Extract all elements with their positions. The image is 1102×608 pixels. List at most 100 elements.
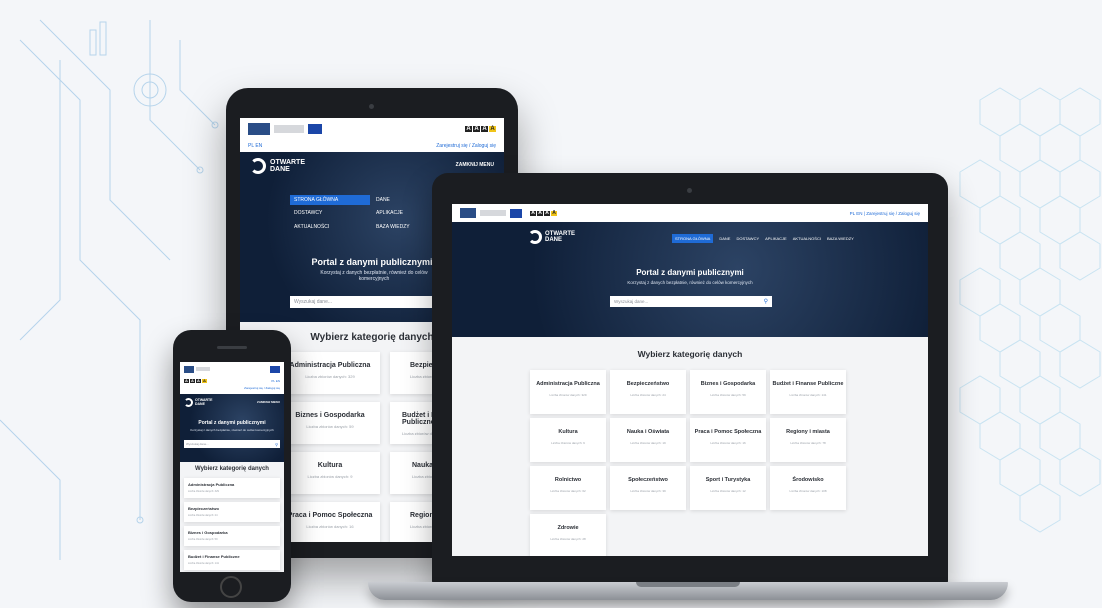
font-a-button[interactable]: A (190, 379, 195, 383)
nav-providers[interactable]: DOSTAWCY (736, 236, 759, 241)
hero-title: Portal z danymi publicznymi (198, 420, 266, 426)
auth-links[interactable]: Zarejestruj się / Zaloguj się (180, 386, 284, 394)
nav-knowledge[interactable]: BAZA WIEDZY (370, 224, 410, 230)
phone-home-button[interactable] (220, 576, 242, 598)
close-menu-button[interactable]: ZAMKNIJ MENU (456, 162, 494, 168)
logo-text (274, 125, 304, 133)
category-name: Biznes i Gospodarka (700, 381, 756, 387)
category-card[interactable]: Administracja Publiczna Liczba zbiorów da… (184, 478, 280, 498)
contrast-button[interactable]: A (551, 210, 557, 216)
category-name: Sport i Turystyka (705, 477, 751, 483)
hero-title: Portal z danymi publicznymi (636, 268, 744, 277)
nav-knowledge[interactable]: BAZA WIEDZY (827, 236, 854, 241)
category-name: Kultura (558, 429, 578, 435)
category-card[interactable]: Sport i Turystyka Liczba zbiorów danych: … (690, 466, 766, 510)
nav-home[interactable]: STRONA GŁÓWNA (672, 234, 714, 243)
category-name: Nauka i Oświata (626, 429, 670, 435)
font-size-controls[interactable]: A A A A (184, 379, 207, 383)
nav-news[interactable]: AKTUALNOŚCI (290, 224, 370, 230)
laptop-topbar: A A A A PL EN | Zarejestruj się / Zalogu… (452, 204, 928, 222)
otwarte-dane-logo: OTWARTE DANE (250, 158, 305, 174)
category-card[interactable]: Administracja Publiczna Liczba zbiorów da… (280, 352, 380, 394)
category-card[interactable]: Regiony i miasta Liczba zbiorów danych: 7… (770, 418, 846, 462)
tablet-topbar: A A A A (240, 118, 504, 140)
laptop-hero: OTWARTE DANE STRONA GŁÓWNA DANE DOSTAWCY … (452, 222, 928, 337)
category-card[interactable]: Społeczeństwo Liczba zbiorów danych: 39 (610, 466, 686, 510)
contrast-button[interactable]: A (202, 379, 207, 383)
category-card[interactable]: Rolnictwo Liczba zbiorów danych: 62 (530, 466, 606, 510)
category-card[interactable]: Praca i Pomoc Społeczna Liczba zbiorów da… (690, 418, 766, 462)
lang-switch[interactable]: PL EN (248, 143, 262, 149)
phone-screen: A A A A PL EN Zarejestruj się / Zaloguj … (180, 362, 284, 572)
font-a-button[interactable]: A (196, 379, 201, 383)
category-count: Liczba zbiorów danych: 12 (710, 489, 746, 493)
font-size-controls[interactable]: A A A A (530, 210, 557, 216)
nav-providers[interactable]: DOSTAWCY (290, 210, 370, 216)
category-card[interactable]: BezpieczeństwoLiczba zbiorów danych: 24 (184, 502, 280, 522)
eu-flag-icon (510, 208, 522, 218)
category-name: Regiony i miasta (786, 429, 830, 435)
search-input[interactable]: Wyszukaj dane... ⚲ (184, 440, 280, 448)
phone-hero: OTWARTE DANE ZAMKNIJ MENU Portal z danymi… (180, 394, 284, 462)
otwarte-dane-logo: OTWARTE DANE (528, 230, 575, 244)
font-a-button[interactable]: A (530, 210, 536, 216)
category-card[interactable]: Bezpieczeństwo Liczba zbiorów danych: 24 (610, 370, 686, 414)
category-name: Rolnictwo (554, 477, 582, 483)
nav-data[interactable]: DANE (719, 236, 730, 241)
close-menu-button[interactable]: ZAMKNIJ MENU (257, 400, 280, 404)
contrast-button[interactable]: A (489, 126, 496, 132)
category-card[interactable]: Nauka i Oświata Liczba zbiorów danych: 19 (610, 418, 686, 462)
eu-flag-icon (308, 124, 322, 134)
category-name: Środowisko (792, 477, 824, 483)
category-card[interactable]: Kultura Liczba zbiorów danych: 9 (530, 418, 606, 462)
font-a-button[interactable]: A (537, 210, 543, 216)
font-a-button[interactable]: A (184, 379, 189, 383)
search-icon[interactable]: ⚲ (764, 298, 768, 305)
category-count: Liczba zbiorów danych: 19 (630, 441, 666, 445)
category-card[interactable]: Budżet i Finanse Publiczne Liczba zbiorów… (184, 550, 280, 570)
nav-data[interactable]: DANE (370, 197, 390, 203)
nav-apps[interactable]: APLIKACJE (765, 236, 787, 241)
lang-switch[interactable]: PL EN (271, 379, 280, 383)
font-a-button[interactable]: A (544, 210, 550, 216)
category-count: Liczba zbiorów danych: 39 (630, 489, 666, 493)
phone-controls-row: A A A A PL EN (180, 376, 284, 386)
otwarte-dane-logo: OTWARTE DANE (184, 398, 213, 407)
nav-news[interactable]: AKTUALNOŚCI (793, 236, 821, 241)
category-card[interactable]: Praca i Pomoc Społeczna Liczba zbiorów da… (280, 502, 380, 542)
font-size-controls[interactable]: A A A A (465, 126, 496, 132)
nav-home[interactable]: STRONA GŁÓWNA (290, 195, 370, 205)
phone-topbar (180, 362, 284, 376)
category-card[interactable]: Biznes i Gospodarka Liczba zbiorów danych… (690, 370, 766, 414)
category-name: Administracja Publiczna (536, 381, 600, 387)
laptop-screen: A A A A PL EN | Zarejestruj się / Zalogu… (452, 204, 928, 556)
category-count: Liczba zbiorów danych: 62 (550, 489, 586, 493)
search-icon[interactable]: ⚲ (275, 442, 278, 447)
category-count: Liczba zbiorów danych: 16 (710, 441, 746, 445)
category-card[interactable]: Budżet i Finanse Publiczne Liczba zbiorów… (770, 370, 846, 414)
laptop-device: A A A A PL EN | Zarejestruj się / Zalogu… (432, 173, 948, 585)
eu-flag-icon (270, 365, 280, 373)
category-count: Liczba zbiorów danych: 329 (549, 393, 587, 397)
laptop-categories: Wybierz kategorię danych Administracja P… (452, 337, 928, 556)
category-card[interactable]: Kultura Liczba zbiorów danych: 9 (280, 452, 380, 494)
category-name: Społeczeństwo (628, 477, 668, 483)
laptop-camera (687, 188, 692, 193)
font-a-button[interactable]: A (473, 126, 480, 132)
laptop-lang-auth[interactable]: PL EN | Zarejestruj się / Zaloguj się (850, 211, 920, 216)
category-card[interactable]: Administracja Publiczna Liczba zbiorów da… (530, 370, 606, 414)
auth-links[interactable]: Zarejestruj się / Zaloguj się (436, 143, 496, 149)
category-name: Bezpieczeństwo (626, 381, 670, 387)
font-a-button[interactable]: A (465, 126, 472, 132)
category-card[interactable]: Biznes i Gospodarka Liczba zbiorów danych… (184, 526, 280, 546)
category-count: Liczba zbiorów danych: 78 (790, 441, 826, 445)
category-count: Liczba zbiorów danych: 24 (630, 393, 666, 397)
nav-apps[interactable]: APLIKACJE (370, 210, 403, 216)
phone-speaker (217, 346, 247, 349)
search-input[interactable]: Wyszukaj dane... ⚲ (610, 296, 772, 307)
tablet-camera (369, 104, 374, 109)
category-card[interactable]: Zdrowie Liczba zbiorów danych: 28 (530, 514, 606, 556)
category-card[interactable]: Środowisko Liczba zbiorów danych: 108 (770, 466, 846, 510)
category-card[interactable]: Biznes i Gospodarka Liczba zbiorów danych… (280, 402, 380, 444)
font-a-button[interactable]: A (481, 126, 488, 132)
